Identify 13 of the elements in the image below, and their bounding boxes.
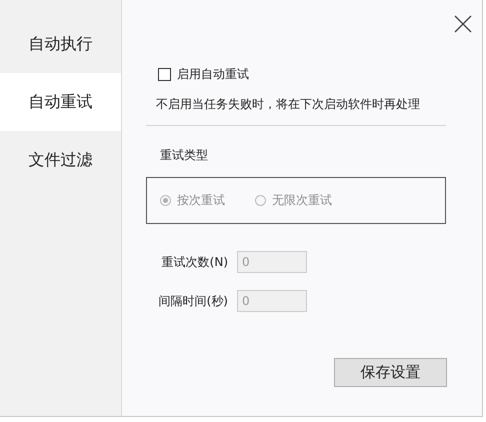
radio-label: 无限次重试	[272, 192, 332, 209]
sidebar-item[interactable]: 自动重试	[0, 73, 121, 131]
save-button[interactable]: 保存设置	[334, 358, 447, 387]
sidebar-item[interactable]: 自动执行	[0, 15, 121, 73]
sidebar-item[interactable]: 文件过滤	[0, 131, 121, 189]
close-icon[interactable]	[454, 15, 472, 33]
radio-label: 按次重试	[177, 192, 225, 209]
group-title: 重试类型	[160, 147, 209, 164]
description-text: 不启用当任务失败时，将在下次启动软件时再处理	[156, 96, 421, 113]
field-label: 重试次数(N)	[160, 254, 228, 270]
field-label: 间隔时间(秒)	[158, 292, 228, 310]
checkbox[interactable]	[158, 68, 171, 81]
checkbox-label: 启用自动重试	[177, 66, 249, 83]
